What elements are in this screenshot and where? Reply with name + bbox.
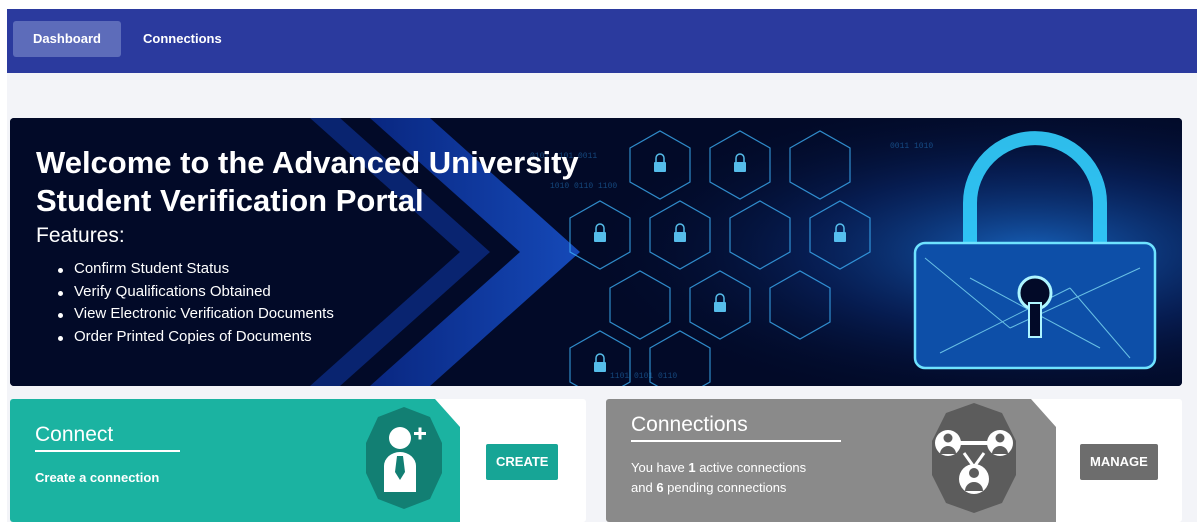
- connections-title: Connections: [631, 413, 748, 436]
- title-underline: [631, 440, 841, 442]
- connections-summary: You have 1 active connections and 6 pend…: [631, 458, 806, 498]
- create-button[interactable]: CREATE: [486, 444, 559, 480]
- nav-tab-connections[interactable]: Connections: [125, 21, 240, 57]
- welcome-banner: 0101 1101 0011 1010 0110 1100 0011 1010 …: [10, 118, 1182, 386]
- feature-item: Verify Qualifications Obtained: [58, 281, 334, 304]
- feature-item: View Electronic Verification Documents: [58, 303, 334, 326]
- connections-card: Connections You have 1 active connection…: [606, 399, 1182, 522]
- top-navigation-bar: Dashboard Connections: [7, 9, 1197, 73]
- group-network-icon: [935, 430, 1013, 494]
- features-list: Confirm Student Status Verify Qualificat…: [58, 258, 334, 348]
- summary-text: and: [631, 480, 657, 495]
- active-count: 1: [688, 460, 696, 475]
- svg-text:0011 1010: 0011 1010: [890, 142, 933, 151]
- summary-text: active connections: [695, 460, 807, 475]
- nav-tab-dashboard[interactable]: Dashboard: [13, 21, 121, 57]
- feature-item: Confirm Student Status: [58, 258, 334, 281]
- title-underline: [35, 450, 180, 452]
- svg-text:1101 0101 0110: 1101 0101 0110: [610, 372, 677, 381]
- feature-item: Order Printed Copies of Documents: [58, 326, 334, 349]
- pending-count: 6: [656, 480, 664, 495]
- connect-description: Create a connection: [35, 470, 160, 485]
- add-user-icon: [384, 427, 426, 492]
- summary-text: pending connections: [663, 480, 787, 495]
- connect-card: Connect Create a connection CREATE: [10, 399, 586, 522]
- connect-title: Connect: [35, 423, 114, 446]
- summary-text: You have: [631, 460, 689, 475]
- features-heading: Features:: [36, 224, 125, 247]
- banner-title: Welcome to the Advanced University Stude…: [36, 145, 579, 218]
- manage-button[interactable]: MANAGE: [1080, 444, 1158, 480]
